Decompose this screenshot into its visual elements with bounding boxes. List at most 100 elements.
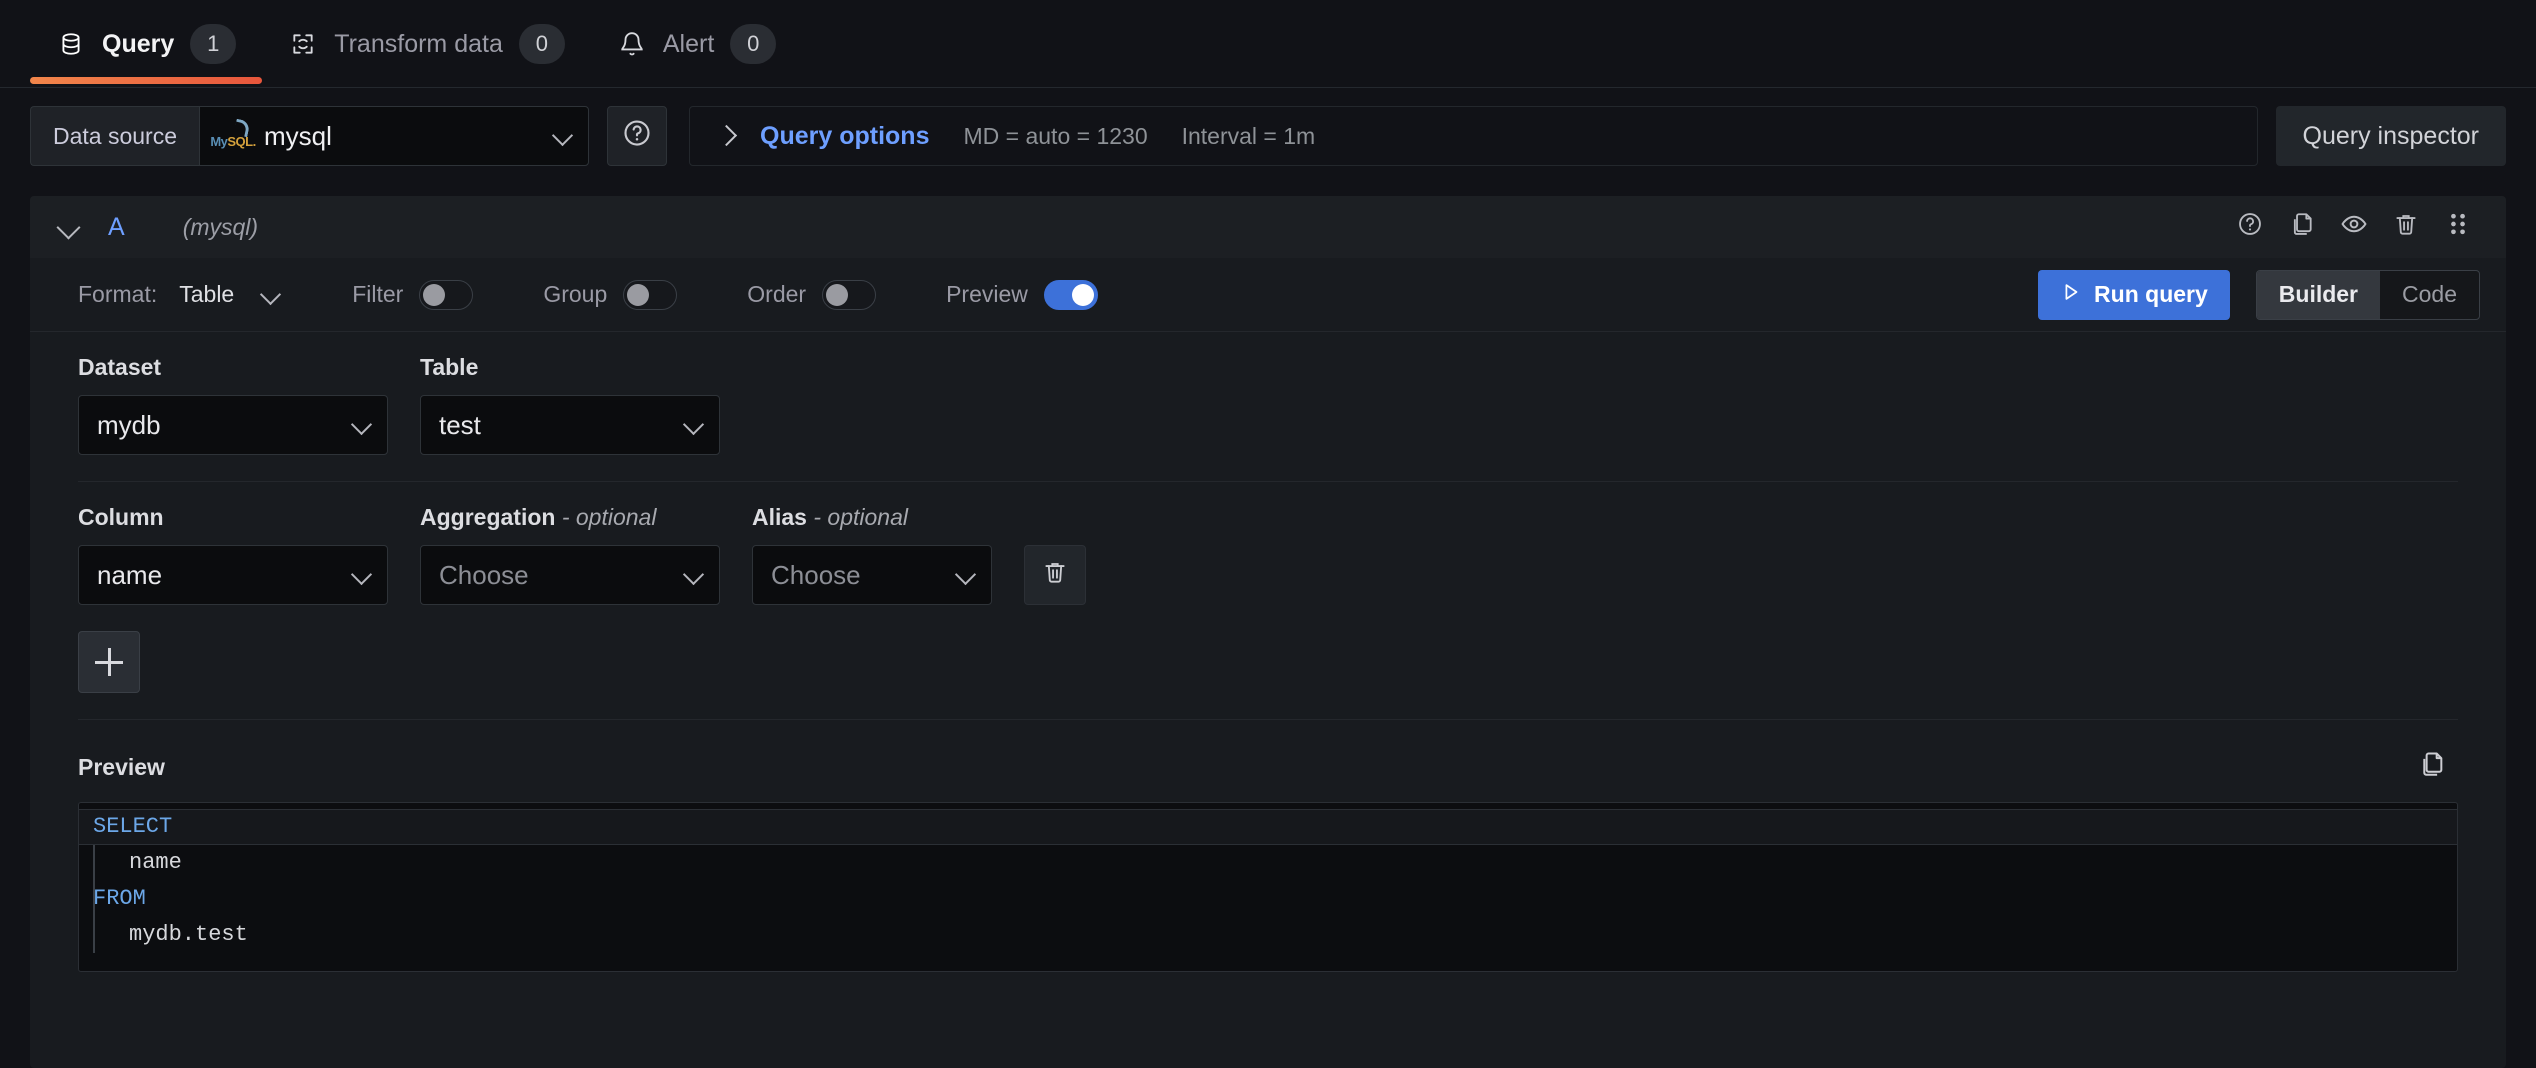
chevron-down-icon <box>351 414 373 436</box>
alias-optional-text: - optional <box>813 504 908 530</box>
editor-mode-code[interactable]: Code <box>2380 271 2479 319</box>
chevron-right-icon[interactable] <box>714 124 738 148</box>
dataset-table-section: Dataset mydb Table test <box>78 332 2458 482</box>
query-builder-toolbar: Format: Table Filter Group Order Preview <box>30 258 2506 332</box>
alias-select[interactable]: Choose <box>752 545 992 605</box>
chevron-down-icon[interactable] <box>54 211 86 243</box>
column-section: Column name Aggregation - optional Choos… <box>78 482 2458 720</box>
tab-alert-label: Alert <box>663 30 714 59</box>
add-column-button[interactable] <box>78 631 140 693</box>
group-toggle-group: Group <box>543 280 677 310</box>
preview-title: Preview <box>78 754 165 781</box>
table-field: Table test <box>420 354 720 455</box>
datasource-help-button[interactable] <box>607 106 667 166</box>
order-toggle[interactable] <box>822 280 876 310</box>
table-value: test <box>439 410 683 441</box>
tab-transform-label: Transform data <box>334 30 503 59</box>
remove-query-button[interactable] <box>2380 204 2432 250</box>
datasource-selected-value: mysql <box>264 121 538 152</box>
format-label: Format: <box>78 281 157 308</box>
drag-query-handle[interactable] <box>2432 204 2484 250</box>
sql-preview-code[interactable]: SELECT name FROM mydb.test <box>78 802 2458 972</box>
dataset-value: mydb <box>97 410 351 441</box>
preview-section: Preview SELECT <box>78 720 2458 998</box>
sql-text: mydb.test <box>93 917 248 953</box>
dataset-select[interactable]: mydb <box>78 395 388 455</box>
sql-line: mydb.test <box>79 917 2457 953</box>
toggle-query-visibility-button[interactable] <box>2328 204 2380 250</box>
trash-icon <box>2393 211 2419 243</box>
chevron-down-icon <box>260 284 282 306</box>
tab-query[interactable]: Query 1 <box>30 1 262 87</box>
max-data-points-text: MD = auto = 1230 <box>963 123 1147 150</box>
filter-toggle[interactable] <box>419 280 473 310</box>
aggregation-select[interactable]: Choose <box>420 545 720 605</box>
datasource-picker[interactable]: MySQL. mysql <box>199 106 589 166</box>
transform-icon <box>288 29 318 59</box>
aggregation-value: Choose <box>439 560 683 591</box>
copy-icon <box>2418 750 2446 784</box>
order-label: Order <box>747 281 806 308</box>
bell-icon <box>617 29 647 59</box>
query-editor-page: Query 1 Transform data 0 <box>0 0 2536 1068</box>
column-value: name <box>97 560 351 591</box>
help-circle-icon <box>2237 211 2263 243</box>
query-ref-id[interactable]: A <box>108 213 125 242</box>
query-options-link[interactable]: Query options <box>760 122 929 151</box>
aggregation-optional-text: - optional <box>562 504 657 530</box>
group-label: Group <box>543 281 607 308</box>
tab-alert[interactable]: Alert 0 <box>591 1 802 87</box>
aggregation-label: Aggregation - optional <box>420 504 720 531</box>
alias-value: Choose <box>771 560 955 591</box>
datasource-row: Data source MySQL. mysql Query options M… <box>0 88 2536 184</box>
horizontal-scrollbar[interactable] <box>79 968 2457 972</box>
copy-icon <box>2289 211 2315 243</box>
interval-text: Interval = 1m <box>1182 123 1316 150</box>
toggle-knob <box>627 284 649 306</box>
indent-guide <box>93 881 95 917</box>
format-value: Table <box>179 281 234 308</box>
table-select[interactable]: test <box>420 395 720 455</box>
query-help-button[interactable] <box>2224 204 2276 250</box>
chevron-down-icon <box>683 414 705 436</box>
run-query-label: Run query <box>2094 281 2208 308</box>
remove-column-button[interactable] <box>1024 545 1086 605</box>
column-select[interactable]: name <box>78 545 388 605</box>
preview-toggle[interactable] <box>1044 280 1098 310</box>
sql-keyword: FROM <box>93 881 146 917</box>
play-icon <box>2060 281 2082 309</box>
aggregation-field: Aggregation - optional Choose <box>420 504 720 605</box>
dataset-table-row: Dataset mydb Table test <box>78 354 2458 455</box>
filter-label: Filter <box>352 281 403 308</box>
filter-toggle-group: Filter <box>352 280 473 310</box>
tab-transform-data[interactable]: Transform data 0 <box>262 1 591 87</box>
column-label: Column <box>78 504 388 531</box>
sql-line: name <box>79 845 2457 881</box>
active-tab-indicator <box>30 77 262 84</box>
help-circle-icon <box>622 118 652 154</box>
sql-text: name <box>93 845 182 881</box>
duplicate-query-button[interactable] <box>2276 204 2328 250</box>
preview-toggle-group: Preview <box>946 280 1098 310</box>
copy-sql-button[interactable] <box>2406 744 2458 790</box>
editor-mode-builder[interactable]: Builder <box>2257 271 2380 319</box>
tab-query-count: 1 <box>190 24 236 64</box>
sql-keyword: SELECT <box>93 809 172 845</box>
datasource-label: Data source <box>30 106 199 166</box>
run-query-button[interactable]: Run query <box>2038 270 2230 320</box>
panel-editor-tabs: Query 1 Transform data 0 <box>0 0 2536 88</box>
sql-line: SELECT <box>79 809 2457 845</box>
toggle-knob <box>423 284 445 306</box>
order-toggle-group: Order <box>747 280 876 310</box>
query-inspector-button[interactable]: Query inspector <box>2276 106 2506 166</box>
mysql-logo-icon: MySQL. <box>216 123 250 149</box>
group-toggle[interactable] <box>623 280 677 310</box>
query-datasource-name: (mysql) <box>183 214 258 241</box>
drag-handle-icon <box>2446 211 2470 243</box>
format-selector[interactable]: Format: Table <box>78 281 282 308</box>
tab-alert-count: 0 <box>730 24 776 64</box>
editor-mode-switcher: Builder Code <box>2256 270 2480 320</box>
dataset-label: Dataset <box>78 354 388 381</box>
table-label: Table <box>420 354 720 381</box>
tab-transform-count: 0 <box>519 24 565 64</box>
